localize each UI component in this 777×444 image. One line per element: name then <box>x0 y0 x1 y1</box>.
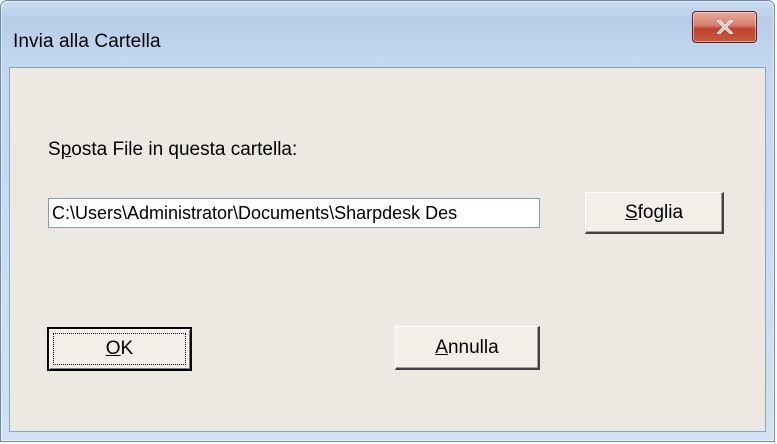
folder-path-input[interactable] <box>48 198 540 228</box>
ok-label: K <box>120 338 134 359</box>
cancel-button[interactable]: Annulla <box>395 326 540 370</box>
label-prefix: S <box>48 139 61 160</box>
label-mnemonic: p <box>60 139 72 160</box>
browse-mnemonic: S <box>624 201 638 223</box>
browse-button[interactable]: Sfoglia <box>585 192 724 234</box>
dialog-window: Invia alla Cartella Sposta File in quest… <box>0 0 775 442</box>
ok-button[interactable]: OK <box>47 327 192 371</box>
dialog-client-area: Sposta File in questa cartella: Sfoglia … <box>9 67 766 432</box>
window-title: Invia alla Cartella <box>13 31 161 52</box>
title-bar[interactable]: Invia alla Cartella <box>1 1 774 61</box>
label-suffix: osta File in questa cartella: <box>71 139 298 160</box>
close-x-icon <box>716 20 733 34</box>
cancel-mnemonic: A <box>435 336 448 358</box>
cancel-label: nnulla <box>447 336 499 358</box>
close-button[interactable] <box>692 11 757 43</box>
browse-label: foglia <box>637 201 684 223</box>
destination-folder-label: Sposta File in questa cartella: <box>48 139 297 161</box>
ok-mnemonic: O <box>105 338 121 359</box>
